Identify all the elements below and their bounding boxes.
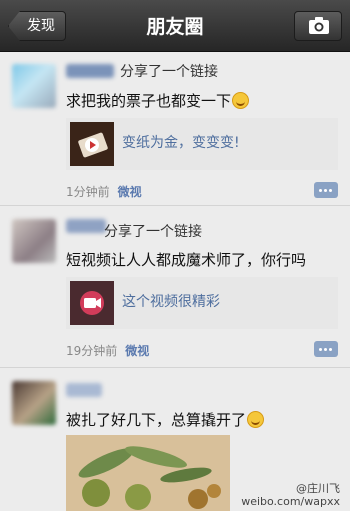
grin-emoji-icon <box>232 92 250 109</box>
post-text: 求把我的票子也都变一下 <box>66 90 250 111</box>
source-link[interactable]: 微视 <box>118 185 142 199</box>
link-card[interactable]: 变纸为金，变变变! <box>66 118 338 170</box>
post-meta: 19分钟前 微视 <box>66 342 149 359</box>
user-name-blurred[interactable] <box>66 219 106 233</box>
post-text-content: 求把我的票子也都变一下 <box>66 92 232 110</box>
post-photo[interactable] <box>66 435 230 511</box>
avatar[interactable] <box>12 219 56 263</box>
post-text-content: 被扎了好几下，总算撬开了 <box>66 411 247 429</box>
share-action-text: 分享了一个链接 <box>120 64 218 80</box>
video-camera-icon <box>70 281 114 325</box>
share-action-text: 分享了一个链接 <box>104 224 202 240</box>
comment-icon[interactable] <box>314 182 338 198</box>
link-title: 变纸为金，变变变! <box>122 135 240 151</box>
link-card[interactable]: 这个视频很精彩 <box>66 277 338 329</box>
watermark-line2: weibo.com/wapxx <box>241 495 340 508</box>
moment-post: 分享了一个链接 短视频让人人都成魔术师了，你行吗 这个视频很精彩 19分钟前 微视 <box>0 207 350 368</box>
link-thumbnail <box>70 281 114 325</box>
user-name-blurred[interactable] <box>66 64 114 78</box>
link-title: 这个视频很精彩 <box>122 294 220 310</box>
avatar[interactable] <box>12 381 56 425</box>
chestnut-photo-image <box>66 435 230 511</box>
post-text: 短视频让人人都成魔术师了，你行吗 <box>66 251 307 269</box>
post-meta: 1分钟前 微视 <box>66 183 142 200</box>
moment-post: 分享了一个链接 求把我的票子也都变一下 变纸为金，变变变! 1分钟前 微视 <box>0 52 350 206</box>
post-time: 1分钟前 <box>66 185 110 199</box>
sweat-emoji-icon <box>247 411 265 428</box>
watermark-line1: @庄川飞 <box>296 482 340 495</box>
user-name-blurred[interactable] <box>66 383 102 397</box>
camera-icon <box>309 17 329 34</box>
link-thumbnail <box>70 122 114 166</box>
post-time: 19分钟前 <box>66 344 118 358</box>
avatar[interactable] <box>12 64 56 108</box>
navigation-bar: 发现 朋友圈 <box>0 0 350 52</box>
camera-button[interactable] <box>294 11 342 41</box>
post-text: 被扎了好几下，总算撬开了 <box>66 409 265 430</box>
source-link[interactable]: 微视 <box>125 344 149 358</box>
banknote-play-icon <box>70 122 114 166</box>
comment-icon[interactable] <box>314 341 338 357</box>
